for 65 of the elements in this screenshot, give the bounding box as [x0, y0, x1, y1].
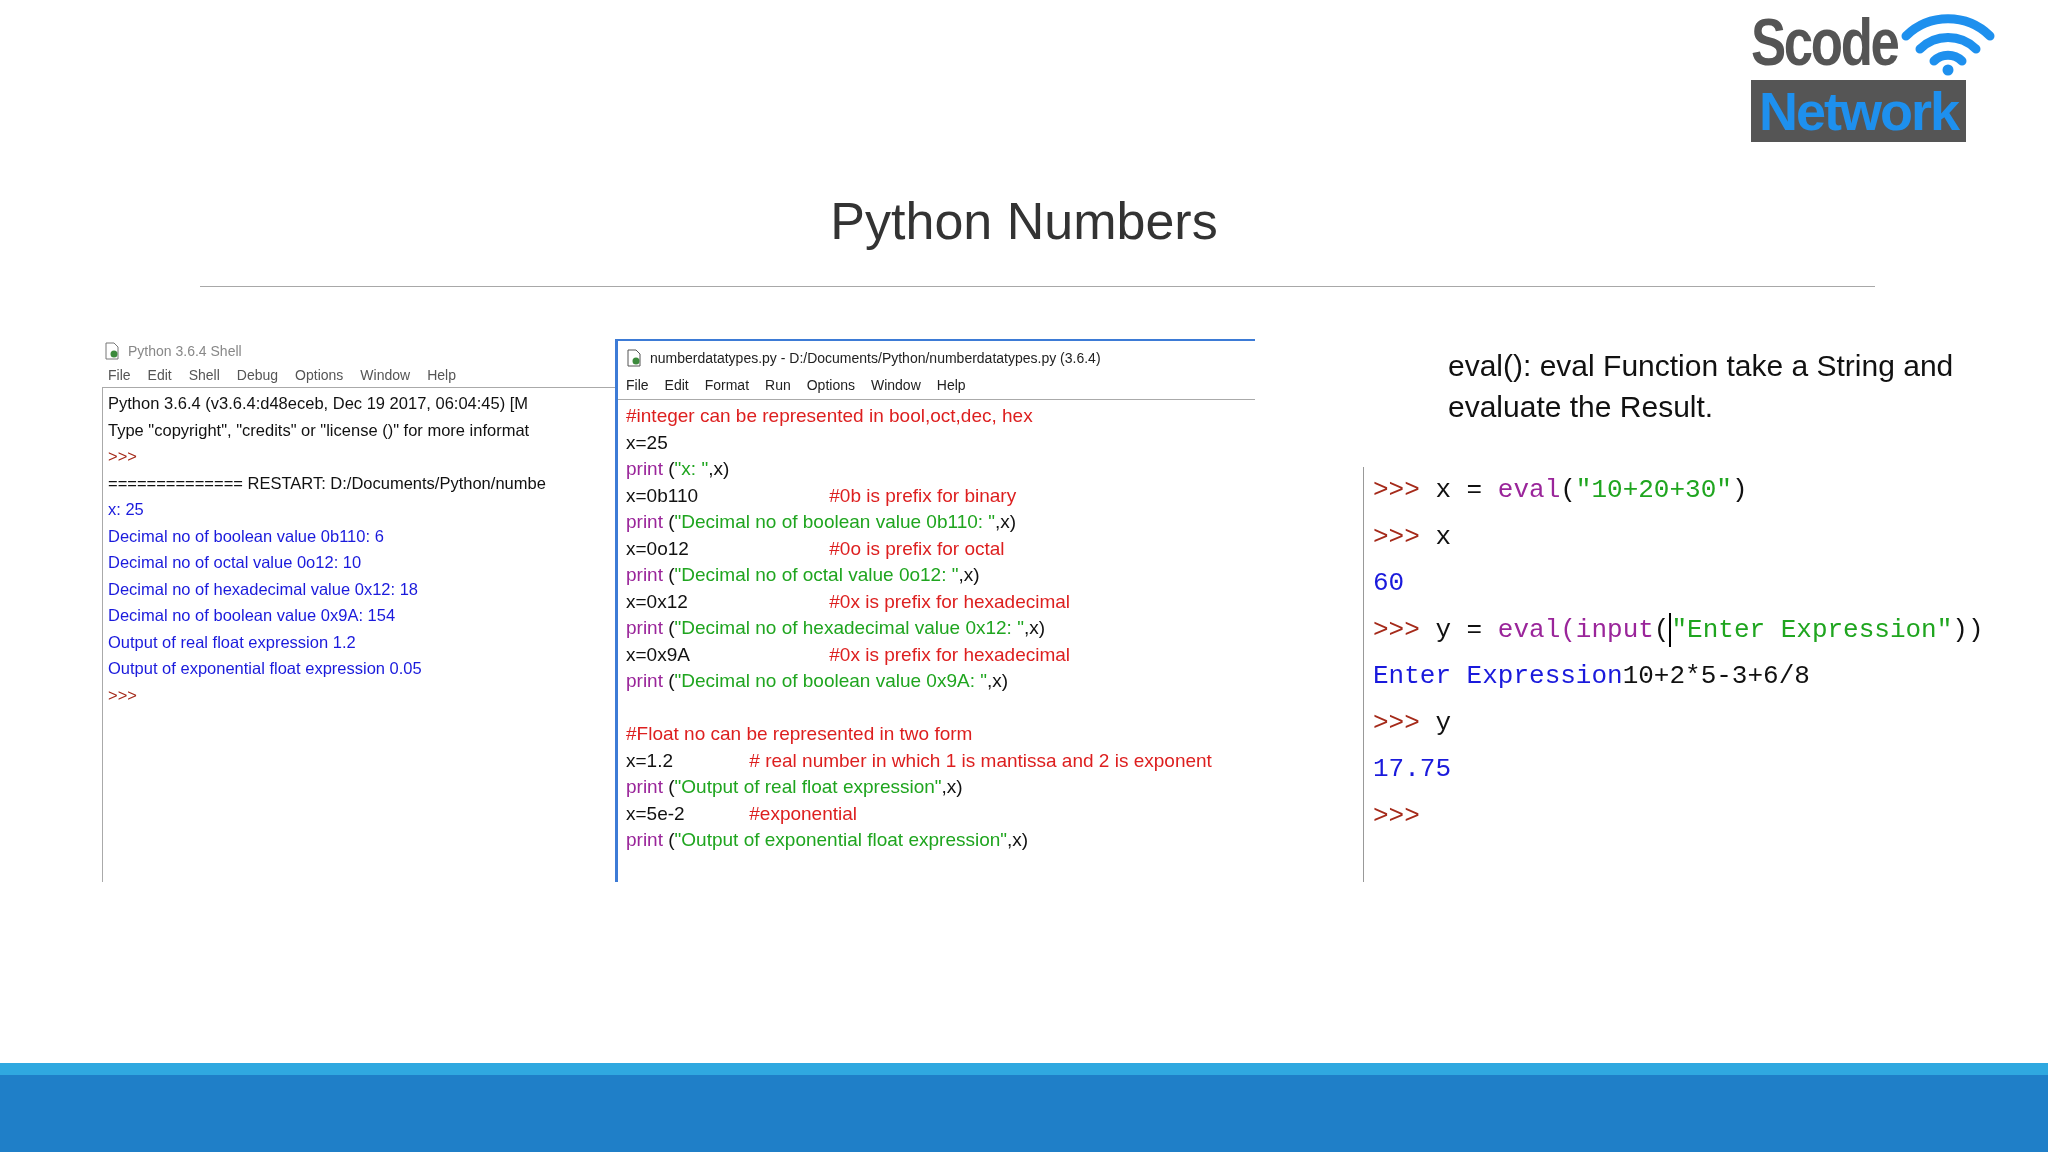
code-line: print ("Decimal no of boolean value 0b110: ",x) [626, 510, 1017, 534]
logo-wordmark: Scode [1750, 10, 1898, 74]
menu-item[interactable]: Help [427, 367, 456, 383]
code-comment: #Float no can be represented in two form [626, 723, 973, 744]
shell-line: Output of real float expression 1.2 [108, 631, 357, 653]
shell-line: x: 25 [108, 499, 145, 520]
code-line: x=5e-2 [626, 801, 686, 826]
description-text: eval(): eval Function take a String and evaluate the Result. [1448, 348, 1955, 425]
shell-line: Decimal no of octal value 0o12: 10 [108, 552, 363, 573]
code-line: print ("Decimal no of hexadecimal value 0x12: ",x) [626, 616, 1046, 640]
shell-line: Type "copyright", "credits" or "license ()" for more informat [108, 419, 531, 441]
code-comment: #0x is prefix for hexadecimal [829, 643, 1071, 665]
code-line: x=25 [626, 430, 668, 455]
menu-item[interactable]: Options [806, 377, 855, 393]
console-line: >>> y = eval(input("Enter Expression")) [1373, 611, 1985, 649]
code-line: x=0x9A [626, 642, 691, 667]
file-icon [104, 342, 120, 360]
menu-item[interactable]: Run [765, 377, 791, 393]
console-line: 17.75 [1373, 753, 1452, 786]
menu-item[interactable]: Window [870, 377, 921, 393]
code-line: x=1.2 [626, 748, 674, 773]
code-line: x=0x12 [626, 589, 689, 614]
code-line: print ("Output of real float expression",x) [626, 775, 963, 799]
menu-item[interactable]: Edit [147, 367, 172, 383]
code-comment: #0o is prefix for octal [829, 537, 1005, 559]
shell-line: ============== RESTART: D:/Documents/Python/numbe [108, 472, 547, 494]
menu-item[interactable]: Help [936, 377, 966, 393]
menu-item[interactable]: Debug [236, 367, 279, 383]
window-title: Python 3.6.4 Shell [128, 343, 242, 359]
console-line: >>> x = eval("10+20+30") [1373, 474, 1749, 507]
code-comment: #0x is prefix for hexadecimal [829, 590, 1071, 612]
slide-title: Python Numbers [829, 191, 1219, 252]
code-line: print ("x: ",x) [626, 457, 730, 481]
code-line: print ("Decimal no of octal value 0o12: ",x) [626, 563, 980, 587]
console-line: 60 [1373, 567, 1406, 600]
shell-line: Decimal no of boolean value 0b110: 6 [108, 525, 385, 547]
console-line: >>> x [1373, 520, 1453, 554]
shell-line: Decimal no of hexadecimal value 0x12: 18 [108, 578, 419, 600]
menu-item[interactable]: Format [704, 377, 750, 393]
menu-item[interactable]: File [108, 367, 131, 383]
shell-line: >>> [108, 446, 138, 467]
menu-item[interactable]: Edit [664, 377, 689, 393]
menu-item[interactable]: Window [360, 367, 411, 383]
logo-network-label: Network [1750, 80, 1966, 142]
menu-item[interactable]: Shell [188, 367, 220, 383]
code-comment: #integer can be represented in bool,oct,dec, hex [626, 405, 1033, 426]
console-line: >>> [1373, 799, 1421, 833]
file-icon [626, 349, 642, 367]
shell-line: Output of exponential float expression 0.05 [108, 658, 423, 679]
wifi-icon [1900, 14, 1996, 76]
code-line: print ("Output of exponential float expression",x) [626, 828, 1029, 852]
code-line: x=0b110 [626, 483, 700, 508]
shell-line: >>> [108, 684, 138, 706]
code-comment: #exponential [749, 802, 858, 824]
code-comment: # real number in which 1 is mantissa and 2 is exponent [749, 749, 1212, 771]
console-line: Enter Expression10+2*5-3+6/8 [1373, 660, 1811, 693]
shell-line: Decimal no of boolean value 0x9A: 154 [108, 605, 397, 626]
menu-item[interactable]: File [626, 377, 649, 393]
window-title: numberdatatypes.py - D:/Documents/Python/numberdatatypes.py (3.6.4) [650, 350, 1101, 366]
code-line: x=0o12 [626, 536, 690, 561]
code-comment: #0b is prefix for binary [829, 484, 1017, 506]
code-line: print ("Decimal no of boolean value 0x9A: ",x) [626, 669, 1009, 693]
menu-item[interactable]: Options [295, 367, 344, 383]
shell-line: Python 3.6.4 (v3.6.4:d48eceb, Dec 19 2017, 06:04:45) [M [108, 393, 530, 414]
console-line: >>> y [1373, 706, 1453, 740]
